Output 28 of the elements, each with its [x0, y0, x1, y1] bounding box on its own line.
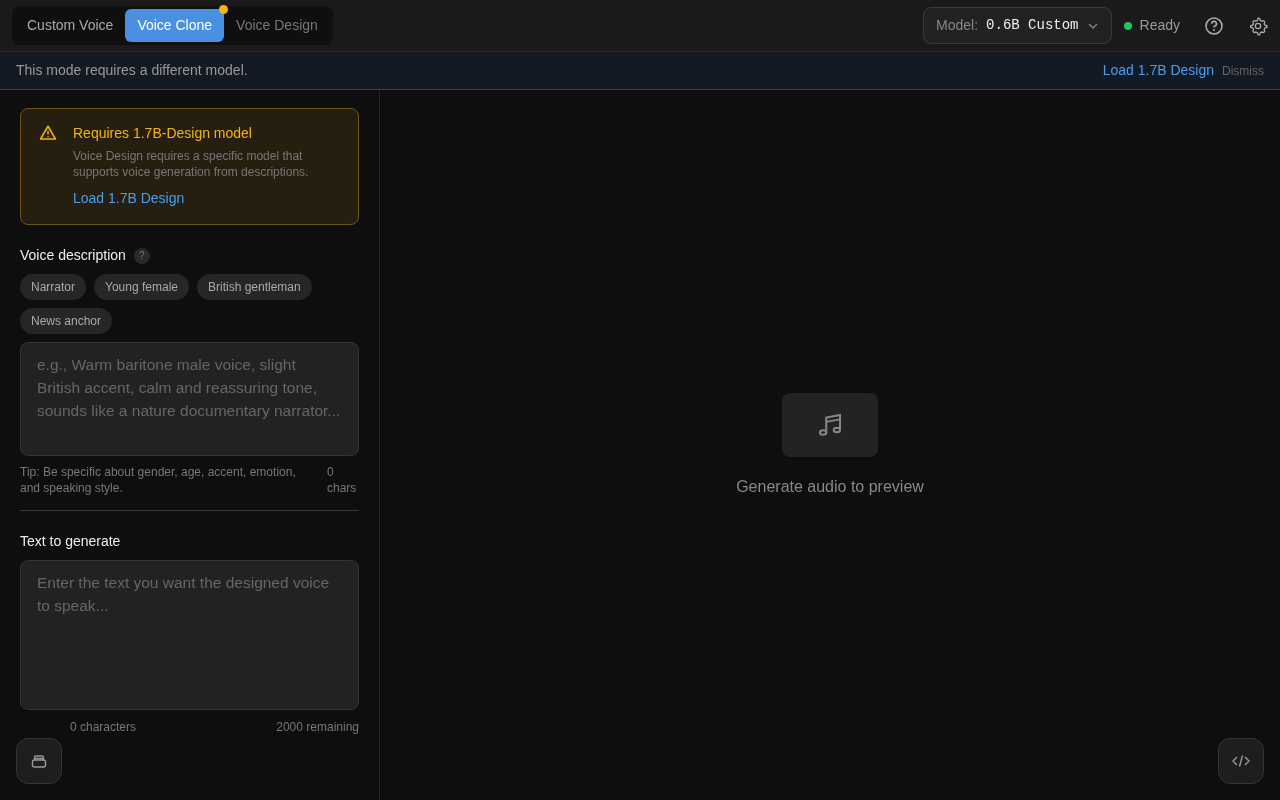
preset-chip[interactable]: Narrator	[20, 274, 86, 300]
char-count: 0 chars	[327, 464, 358, 496]
tip-text: Tip: Be specific about gender, age, accent, emotion, and speaking style.	[20, 464, 297, 496]
field-label: Text to generate	[20, 532, 122, 551]
load-model-link[interactable]: Load 1.7B Design	[1102, 60, 1214, 81]
load-model-link[interactable]: Load 1.7B Design	[73, 188, 185, 209]
banner-message: This mode requires a different model.	[16, 61, 248, 80]
preset-chip[interactable]: Young female	[94, 274, 189, 300]
voice-description-field[interactable]: e.g., Warm baritone male voice, slight British accent, calm and reassuring tone, sounds like a nature documentary narrator...	[20, 342, 359, 456]
code-icon	[1231, 753, 1251, 769]
character-count: 0 characters	[70, 719, 137, 736]
help-icon[interactable]	[1204, 15, 1224, 36]
warning-icon	[39, 124, 57, 142]
remaining-count: 2000 remaining	[276, 719, 359, 736]
stack-icon	[30, 752, 48, 770]
field-label: Voice description	[20, 246, 126, 265]
warning-title: Requires 1.7B-Design model	[73, 124, 253, 143]
stack-button[interactable]	[16, 738, 62, 784]
preset-chip[interactable]: News anchor	[20, 308, 113, 334]
mode-tab[interactable]: Custom Voice	[15, 9, 126, 42]
text-field[interactable]: Enter the text you want the designed voice to speak...	[20, 560, 359, 710]
preset-chip[interactable]: British gentleman	[196, 274, 312, 300]
model-select[interactable]: Model: 0.6B Custom	[923, 7, 1112, 44]
warning-text: Voice Design requires a specific model that supports voice generation from descriptions.	[73, 148, 310, 180]
settings-icon[interactable]	[1248, 15, 1268, 36]
code-button[interactable]	[1218, 738, 1264, 784]
status-label: Ready	[1139, 16, 1180, 35]
preview-message: Generate audio to preview	[736, 477, 924, 497]
